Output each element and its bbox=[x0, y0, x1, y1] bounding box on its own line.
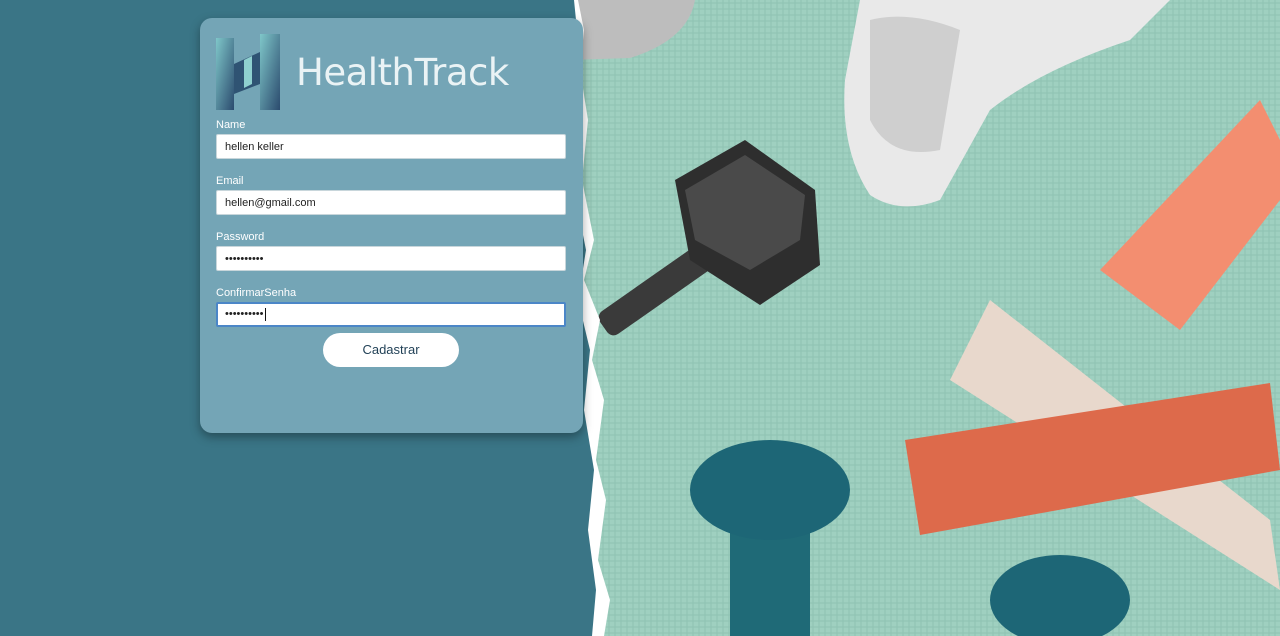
confirm-password-field: ConfirmarSenha •••••••••• bbox=[216, 287, 566, 327]
confirm-password-value: •••••••••• bbox=[225, 308, 264, 320]
brand-name: HealthTrack bbox=[296, 50, 509, 94]
fitness-equipment-photo bbox=[570, 0, 1280, 636]
name-field: Name hellen keller bbox=[216, 119, 566, 159]
email-label: Email bbox=[216, 175, 244, 187]
email-field: Email hellen@gmail.com bbox=[216, 175, 566, 215]
text-caret bbox=[264, 307, 266, 321]
name-label: Name bbox=[216, 119, 246, 131]
password-input[interactable]: •••••••••• bbox=[216, 246, 566, 271]
password-label: Password bbox=[216, 231, 265, 243]
email-input[interactable]: hellen@gmail.com bbox=[216, 190, 566, 215]
confirm-password-label: ConfirmarSenha bbox=[216, 287, 297, 299]
cadastrar-button[interactable]: Cadastrar bbox=[323, 333, 459, 367]
signup-card: HealthTrack Name hellen keller Email hel… bbox=[200, 18, 583, 433]
healthtrack-logo-icon bbox=[216, 34, 280, 110]
password-field: Password •••••••••• bbox=[216, 231, 566, 271]
name-input[interactable]: hellen keller bbox=[216, 134, 566, 159]
confirm-password-input[interactable]: •••••••••• bbox=[216, 302, 566, 327]
brand-logo: HealthTrack bbox=[216, 34, 509, 110]
